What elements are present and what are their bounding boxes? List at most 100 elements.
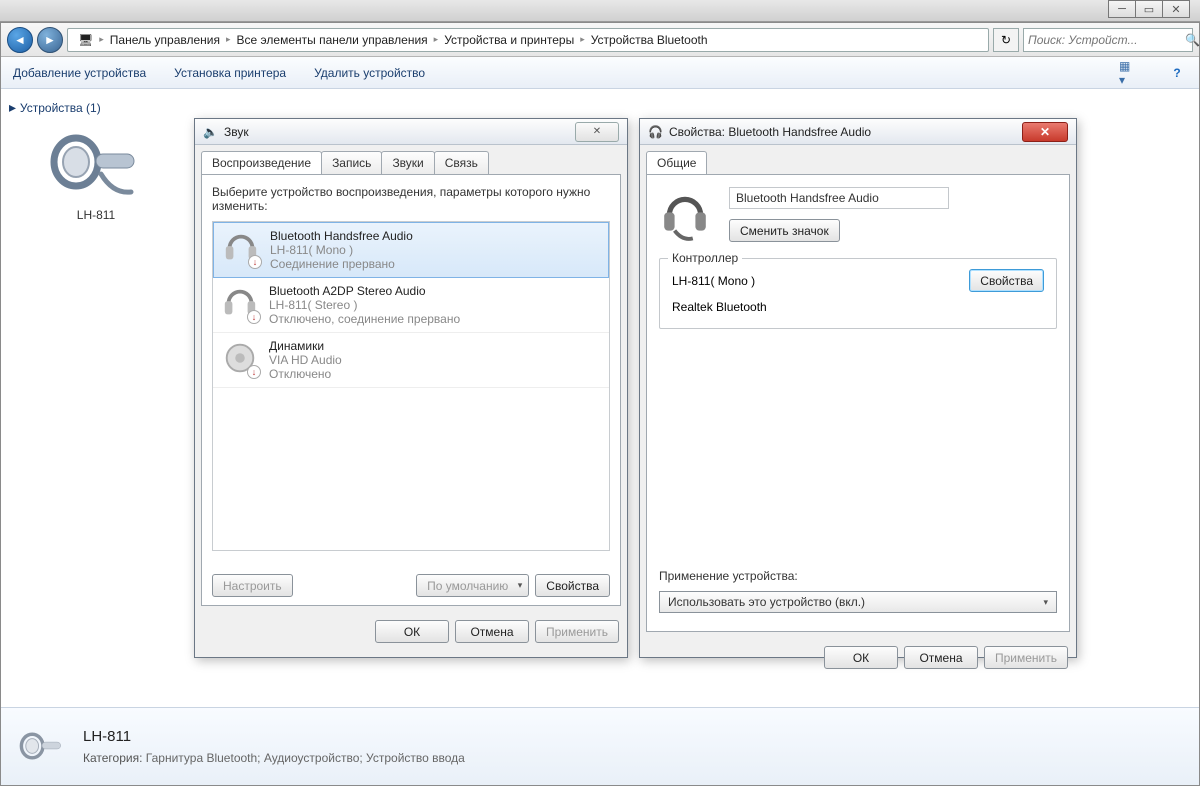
cancel-button[interactable]: Отмена <box>455 620 529 643</box>
taskbar <box>0 0 1200 22</box>
controller-line-1: LH-811( Mono ) <box>672 274 755 288</box>
properties-dialog-titlebar[interactable]: 🎧 Свойства: Bluetooth Handsfree Audio ✕ <box>640 119 1076 145</box>
sound-dialog: 🔈 Звук ✕ Воспроизведение Запись Звуки Св… <box>194 118 628 658</box>
search-box[interactable]: 🔍 <box>1023 28 1193 52</box>
down-arrow-badge-icon: ↓ <box>247 365 261 379</box>
device-usage-label: Применение устройства: <box>659 569 798 583</box>
apply-button[interactable]: Применить <box>535 620 619 643</box>
cancel-button[interactable]: Отмена <box>904 646 978 669</box>
device-sub: VIA HD Audio <box>269 353 342 367</box>
headset-small-icon: 🎧 <box>648 125 663 139</box>
properties-dialog-buttons: ОК Отмена Применить <box>640 638 1076 677</box>
devices-header: ▸ Устройства (1) <box>9 99 183 116</box>
help-icon[interactable]: ? <box>1167 63 1187 83</box>
explorer-window: ◄ ► 🖥 ▸ Панель управления ▸ Все элементы… <box>0 22 1200 786</box>
toolbar-remove-device[interactable]: Удалить устройство <box>314 66 425 80</box>
properties-dialog: 🎧 Свойства: Bluetooth Handsfree Audio ✕ … <box>639 118 1077 658</box>
tab-sounds[interactable]: Звуки <box>381 151 434 174</box>
details-title: LH-811 <box>83 728 465 745</box>
controller-groupbox: Контроллер LH-811( Mono ) Свойства Realt… <box>659 258 1057 329</box>
headset-icon: ↓ <box>221 284 259 322</box>
properties-name-block: Bluetooth Handsfree Audio Сменить значок <box>729 187 949 242</box>
device-status: Отключено, соединение прервано <box>269 312 460 326</box>
device-name: Динамики <box>269 339 342 353</box>
device-name: Bluetooth Handsfree Audio <box>270 229 413 243</box>
speaker-icon: 🔈 <box>203 125 218 139</box>
device-sub: LH-811( Stereo ) <box>269 298 460 312</box>
ok-button[interactable]: ОК <box>375 620 449 643</box>
device-usage-combo[interactable]: Использовать это устройство (вкл.) <box>659 591 1057 613</box>
headset-icon <box>15 725 69 769</box>
device-text: Bluetooth A2DP Stereo Audio LH-811( Ster… <box>269 284 460 326</box>
window-chrome: ─ ▭ ✕ <box>1109 0 1190 18</box>
view-options-icon[interactable]: ▦ ▾ <box>1119 63 1139 83</box>
device-name: Bluetooth A2DP Stereo Audio <box>269 284 460 298</box>
details-pane: LH-811 Категория: Гарнитура Bluetooth; А… <box>1 707 1199 785</box>
search-input[interactable] <box>1028 33 1185 47</box>
properties-dialog-close[interactable]: ✕ <box>1022 122 1068 142</box>
set-default-button[interactable]: По умолчанию <box>416 574 529 597</box>
device-text: Динамики VIA HD Audio Отключено <box>269 339 342 381</box>
headset-icon <box>41 124 151 204</box>
tab-communications[interactable]: Связь <box>434 151 489 174</box>
devices-header-text: Устройства (1) <box>20 101 101 115</box>
tab-recording[interactable]: Запись <box>321 151 382 174</box>
breadcrumb-bar[interactable]: 🖥 ▸ Панель управления ▸ Все элементы пан… <box>67 28 989 52</box>
refresh-button[interactable]: ↻ <box>993 28 1019 52</box>
controller-line-2: Realtek Bluetooth <box>672 300 1044 314</box>
properties-dialog-title: Свойства: Bluetooth Handsfree Audio <box>669 125 1016 139</box>
down-arrow-badge-icon: ↓ <box>248 255 262 269</box>
controller-legend: Контроллер <box>668 251 742 265</box>
device-status: Отключено <box>269 367 342 381</box>
device-usage-value: Использовать это устройство (вкл.) <box>668 595 865 609</box>
playback-device-item[interactable]: ↓ Bluetooth Handsfree Audio LH-811( Mono… <box>213 222 609 278</box>
address-row: ◄ ► 🖥 ▸ Панель управления ▸ Все элементы… <box>1 23 1199 57</box>
maximize-button[interactable]: ▭ <box>1135 0 1163 18</box>
sound-instruction: Выберите устройство воспроизведения, пар… <box>212 185 610 213</box>
device-label: LH-811 <box>77 208 115 222</box>
back-button[interactable]: ◄ <box>7 27 33 53</box>
tab-general[interactable]: Общие <box>646 151 707 174</box>
ok-button[interactable]: ОК <box>824 646 898 669</box>
playback-device-item[interactable]: ↓ Динамики VIA HD Audio Отключено <box>213 333 609 388</box>
sound-dialog-titlebar[interactable]: 🔈 Звук ✕ <box>195 119 627 145</box>
playback-device-list[interactable]: ↓ Bluetooth Handsfree Audio LH-811( Mono… <box>212 221 610 551</box>
sound-dialog-buttons: ОК Отмена Применить <box>195 612 627 651</box>
devices-section: ▸ Устройства (1) LH-811 <box>1 91 191 707</box>
tab-playback[interactable]: Воспроизведение <box>201 151 322 174</box>
apply-button[interactable]: Применить <box>984 646 1068 669</box>
down-arrow-badge-icon: ↓ <box>247 310 261 324</box>
crumb-3[interactable]: Устройства и принтеры <box>438 31 580 49</box>
breadcrumb-home-icon[interactable]: 🖥 <box>72 31 99 49</box>
headset-icon: ↓ <box>222 229 260 267</box>
device-tile[interactable]: LH-811 <box>9 124 183 222</box>
properties-button[interactable]: Свойства <box>535 574 610 597</box>
toolbar: Добавление устройства Установка принтера… <box>1 57 1199 89</box>
properties-tab-body: Bluetooth Handsfree Audio Сменить значок… <box>646 174 1070 632</box>
crumb-2[interactable]: Все элементы панели управления <box>231 31 434 49</box>
details-category-label: Категория: <box>83 751 142 765</box>
crumb-1[interactable]: Панель управления <box>104 31 226 49</box>
headset-large-icon <box>659 189 711 241</box>
playback-device-item[interactable]: ↓ Bluetooth A2DP Stereo Audio LH-811( St… <box>213 278 609 333</box>
toolbar-add-device[interactable]: Добавление устройства <box>13 66 146 80</box>
device-name-field[interactable]: Bluetooth Handsfree Audio <box>729 187 949 209</box>
sound-tabs: Воспроизведение Запись Звуки Связь <box>195 145 627 174</box>
device-sub: LH-811( Mono ) <box>270 243 413 257</box>
details-category-value: Гарнитура Bluetooth; Аудиоустройство; Ус… <box>146 751 465 765</box>
change-icon-button[interactable]: Сменить значок <box>729 219 840 242</box>
device-status: Соединение прервано <box>270 257 413 271</box>
toolbar-add-printer[interactable]: Установка принтера <box>174 66 286 80</box>
details-text: LH-811 Категория: Гарнитура Bluetooth; А… <box>83 728 465 765</box>
controller-properties-button[interactable]: Свойства <box>969 269 1044 292</box>
sound-dialog-close[interactable]: ✕ <box>575 122 619 142</box>
properties-tabs: Общие <box>640 145 1076 174</box>
search-icon[interactable]: 🔍 <box>1185 33 1200 47</box>
minimize-button[interactable]: ─ <box>1108 0 1136 18</box>
device-text: Bluetooth Handsfree Audio LH-811( Mono )… <box>270 229 413 271</box>
configure-button[interactable]: Настроить <box>212 574 293 597</box>
close-button[interactable]: ✕ <box>1162 0 1190 18</box>
properties-header: Bluetooth Handsfree Audio Сменить значок <box>659 187 1057 242</box>
crumb-4[interactable]: Устройства Bluetooth <box>585 31 714 49</box>
forward-button[interactable]: ► <box>37 27 63 53</box>
